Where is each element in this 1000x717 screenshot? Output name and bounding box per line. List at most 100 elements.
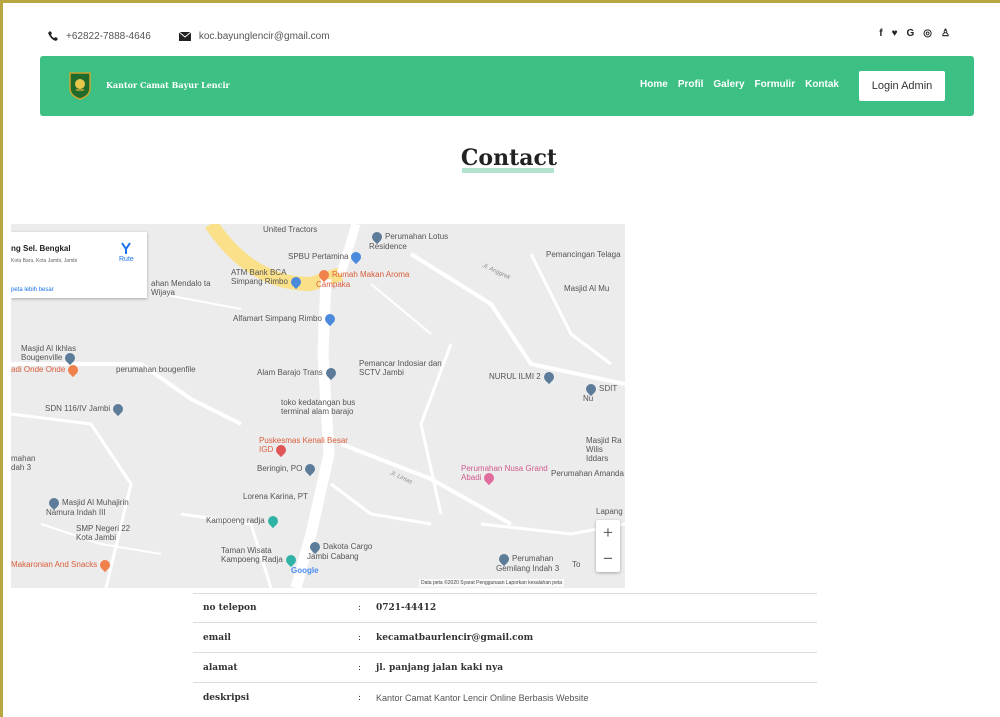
phone-label: no telepon — [203, 603, 257, 613]
shop-pin-icon — [322, 311, 337, 327]
map-place[interactable]: Taman Wisata Kampoeng Radja — [221, 546, 301, 568]
map-place[interactable]: Dakota Cargo Jambi Cabang — [307, 539, 387, 561]
title-underline — [462, 168, 554, 173]
zoom-out-button[interactable]: − — [596, 546, 620, 572]
phone-number: +62822-7888-4646 — [66, 30, 151, 42]
table-row: deskripsi : Kantor Camat Kantor Lencir O… — [193, 683, 817, 713]
map-place[interactable]: Perumahan Amanda — [551, 469, 624, 478]
map-place[interactable]: Masjid Al Mu — [564, 284, 609, 293]
separator: : — [358, 603, 362, 613]
map-place[interactable]: To — [572, 560, 580, 569]
map-place[interactable]: Alfamart Simpang Rimbo — [233, 311, 338, 327]
map-place[interactable]: Lapang — [596, 507, 623, 516]
fuel-pin-icon — [349, 249, 364, 265]
nav-profil[interactable]: Profil — [678, 79, 704, 90]
google-map-embed[interactable]: Unitеd Tractors Perumahan Lotus Residenc… — [11, 224, 625, 588]
map-place[interactable]: NURUL ILMI 2 — [489, 369, 557, 385]
map-card-address: Kota Baru, Kota Jambi, Jambi — [11, 258, 78, 264]
street-label: Unitеd Tractors — [263, 225, 318, 234]
email-label: email — [203, 632, 231, 643]
map-card-title: ng Sel. Bengkal — [11, 244, 71, 253]
map-place[interactable]: Beringin, PO — [257, 461, 318, 477]
separator: : — [358, 662, 362, 673]
address-label: alamat — [203, 662, 238, 673]
map-place[interactable]: Perumahan Nusa Grand Abadi — [461, 464, 551, 486]
map-place[interactable]: Lorena Karina, PT — [243, 492, 308, 501]
place-pin-icon — [303, 461, 318, 477]
map-place[interactable]: Pemancingan Telaga — [546, 250, 621, 259]
email-contact[interactable]: koc.bayunglencir@gmail.com — [178, 31, 330, 42]
nav-formulir[interactable]: Formulir — [755, 79, 796, 90]
food-pin-icon — [66, 362, 81, 378]
map-place[interactable]: Kampoeng radja — [206, 513, 281, 529]
email-value: kecamatbaurlencir@gmail.com — [376, 632, 534, 643]
park-pin-icon — [265, 513, 280, 529]
route-button[interactable]: Rute — [119, 242, 134, 263]
instagram-icon[interactable]: ◎ — [923, 28, 932, 39]
map-place[interactable]: SMP Negeri 22 Kota Jambi — [76, 524, 146, 542]
mail-icon — [178, 31, 191, 41]
nav-home[interactable]: Home — [640, 79, 668, 90]
map-place[interactable]: Makaronian And Snacks — [11, 557, 113, 573]
phone-value: 0721-44412 — [376, 603, 437, 613]
nav-kontak[interactable]: Kontak — [805, 79, 839, 90]
table-row: alamat : jl. panjang jalan kaki nya — [193, 653, 817, 683]
address-value: jl. panjang jalan kaki nya — [376, 662, 504, 673]
map-place[interactable]: Alam Barajo Trans — [257, 365, 339, 381]
separator: : — [358, 632, 362, 643]
mosque-pin-icon — [63, 350, 78, 366]
brand-name[interactable]: Kantor Camat Bayur Lencir — [106, 80, 230, 90]
zoom-controls: + − — [596, 520, 620, 572]
main-navbar: Kantor Camat Bayur Lencir Home Profil Ga… — [40, 56, 974, 116]
route-label: Rute — [119, 256, 134, 263]
nav-galery[interactable]: Galery — [713, 79, 744, 90]
phone-icon — [48, 31, 58, 41]
map-place[interactable]: Perumahan Lotus Residence — [369, 229, 459, 251]
separator: : — [358, 693, 362, 703]
contact-info-table: no telepon : 0721-44412 email : kecamatb… — [193, 593, 817, 713]
window-frame-top — [0, 0, 1000, 3]
atm-pin-icon — [288, 274, 303, 290]
directions-icon — [121, 242, 132, 254]
map-place[interactable]: SPBU Pertamina — [288, 249, 364, 265]
map-place[interactable]: Masjid Ra Wilis Iddars — [586, 436, 625, 463]
map-place[interactable]: mahan dah 3 — [11, 454, 51, 472]
map-place[interactable]: SDIT Nu — [583, 381, 625, 403]
description-label: deskripsi — [203, 693, 250, 703]
description-value: Kantor Camat Kantor Lencir Online Berbas… — [376, 693, 589, 703]
table-row: no telepon : 0721-44412 — [193, 593, 817, 623]
map-place[interactable]: Puskesmas Kenali Besar IGD — [259, 436, 349, 458]
map-place[interactable]: toko kedatangan bus terminal alam barajo — [281, 398, 376, 416]
twitter-icon[interactable]: ♥ — [892, 28, 898, 39]
map-place[interactable]: adi Onde Onde — [11, 362, 81, 378]
map-place[interactable]: ATM Bank BCA Simpang Rimbo — [231, 268, 311, 290]
map-place[interactable]: ahan Mendalo ta Wijaya — [151, 279, 231, 297]
social-links: f ♥ G ◎ ♙ — [879, 28, 950, 39]
map-attribution[interactable]: Data peta ©2020 Syarat Penggunaan Lapork… — [419, 579, 565, 587]
hospital-pin-icon — [274, 442, 289, 458]
table-row: email : kecamatbaurlencir@gmail.com — [193, 623, 817, 653]
food-pin-icon — [98, 557, 113, 573]
emblem-logo-icon[interactable] — [68, 70, 92, 100]
map-place[interactable]: Masjid Al Muhajirin Namura Indah III — [46, 495, 156, 517]
google-icon[interactable]: G — [907, 28, 915, 39]
zoom-in-button[interactable]: + — [596, 520, 620, 546]
map-place[interactable]: SDN 116/IV Jambi — [45, 401, 126, 417]
window-frame-left — [0, 0, 3, 717]
map-place[interactable]: Masjid Al Ikhlas Bougenville — [21, 344, 111, 366]
map-place[interactable]: Pemancar Indosiar dan SCTV Jambi — [359, 359, 449, 377]
google-logo: Google — [291, 566, 319, 575]
phone-contact[interactable]: +62822-7888-4646 — [48, 31, 151, 42]
nav-menu: Home Profil Galery Formulir Kontak — [640, 79, 839, 90]
larger-map-link[interactable]: peta lebih besar — [11, 287, 54, 293]
facebook-icon[interactable]: f — [879, 28, 882, 39]
school-pin-icon — [111, 401, 126, 417]
housing-pin-icon — [482, 470, 497, 486]
login-admin-button[interactable]: Login Admin — [859, 71, 945, 101]
map-place[interactable]: perumahan bougenfile — [116, 365, 196, 374]
map-place[interactable]: Rumah Makan Aroma Campaka — [316, 267, 416, 289]
youtube-icon[interactable]: ♙ — [941, 28, 950, 39]
park-pin-icon — [283, 552, 298, 568]
school-pin-icon — [541, 369, 556, 385]
bus-pin-icon — [323, 365, 338, 381]
